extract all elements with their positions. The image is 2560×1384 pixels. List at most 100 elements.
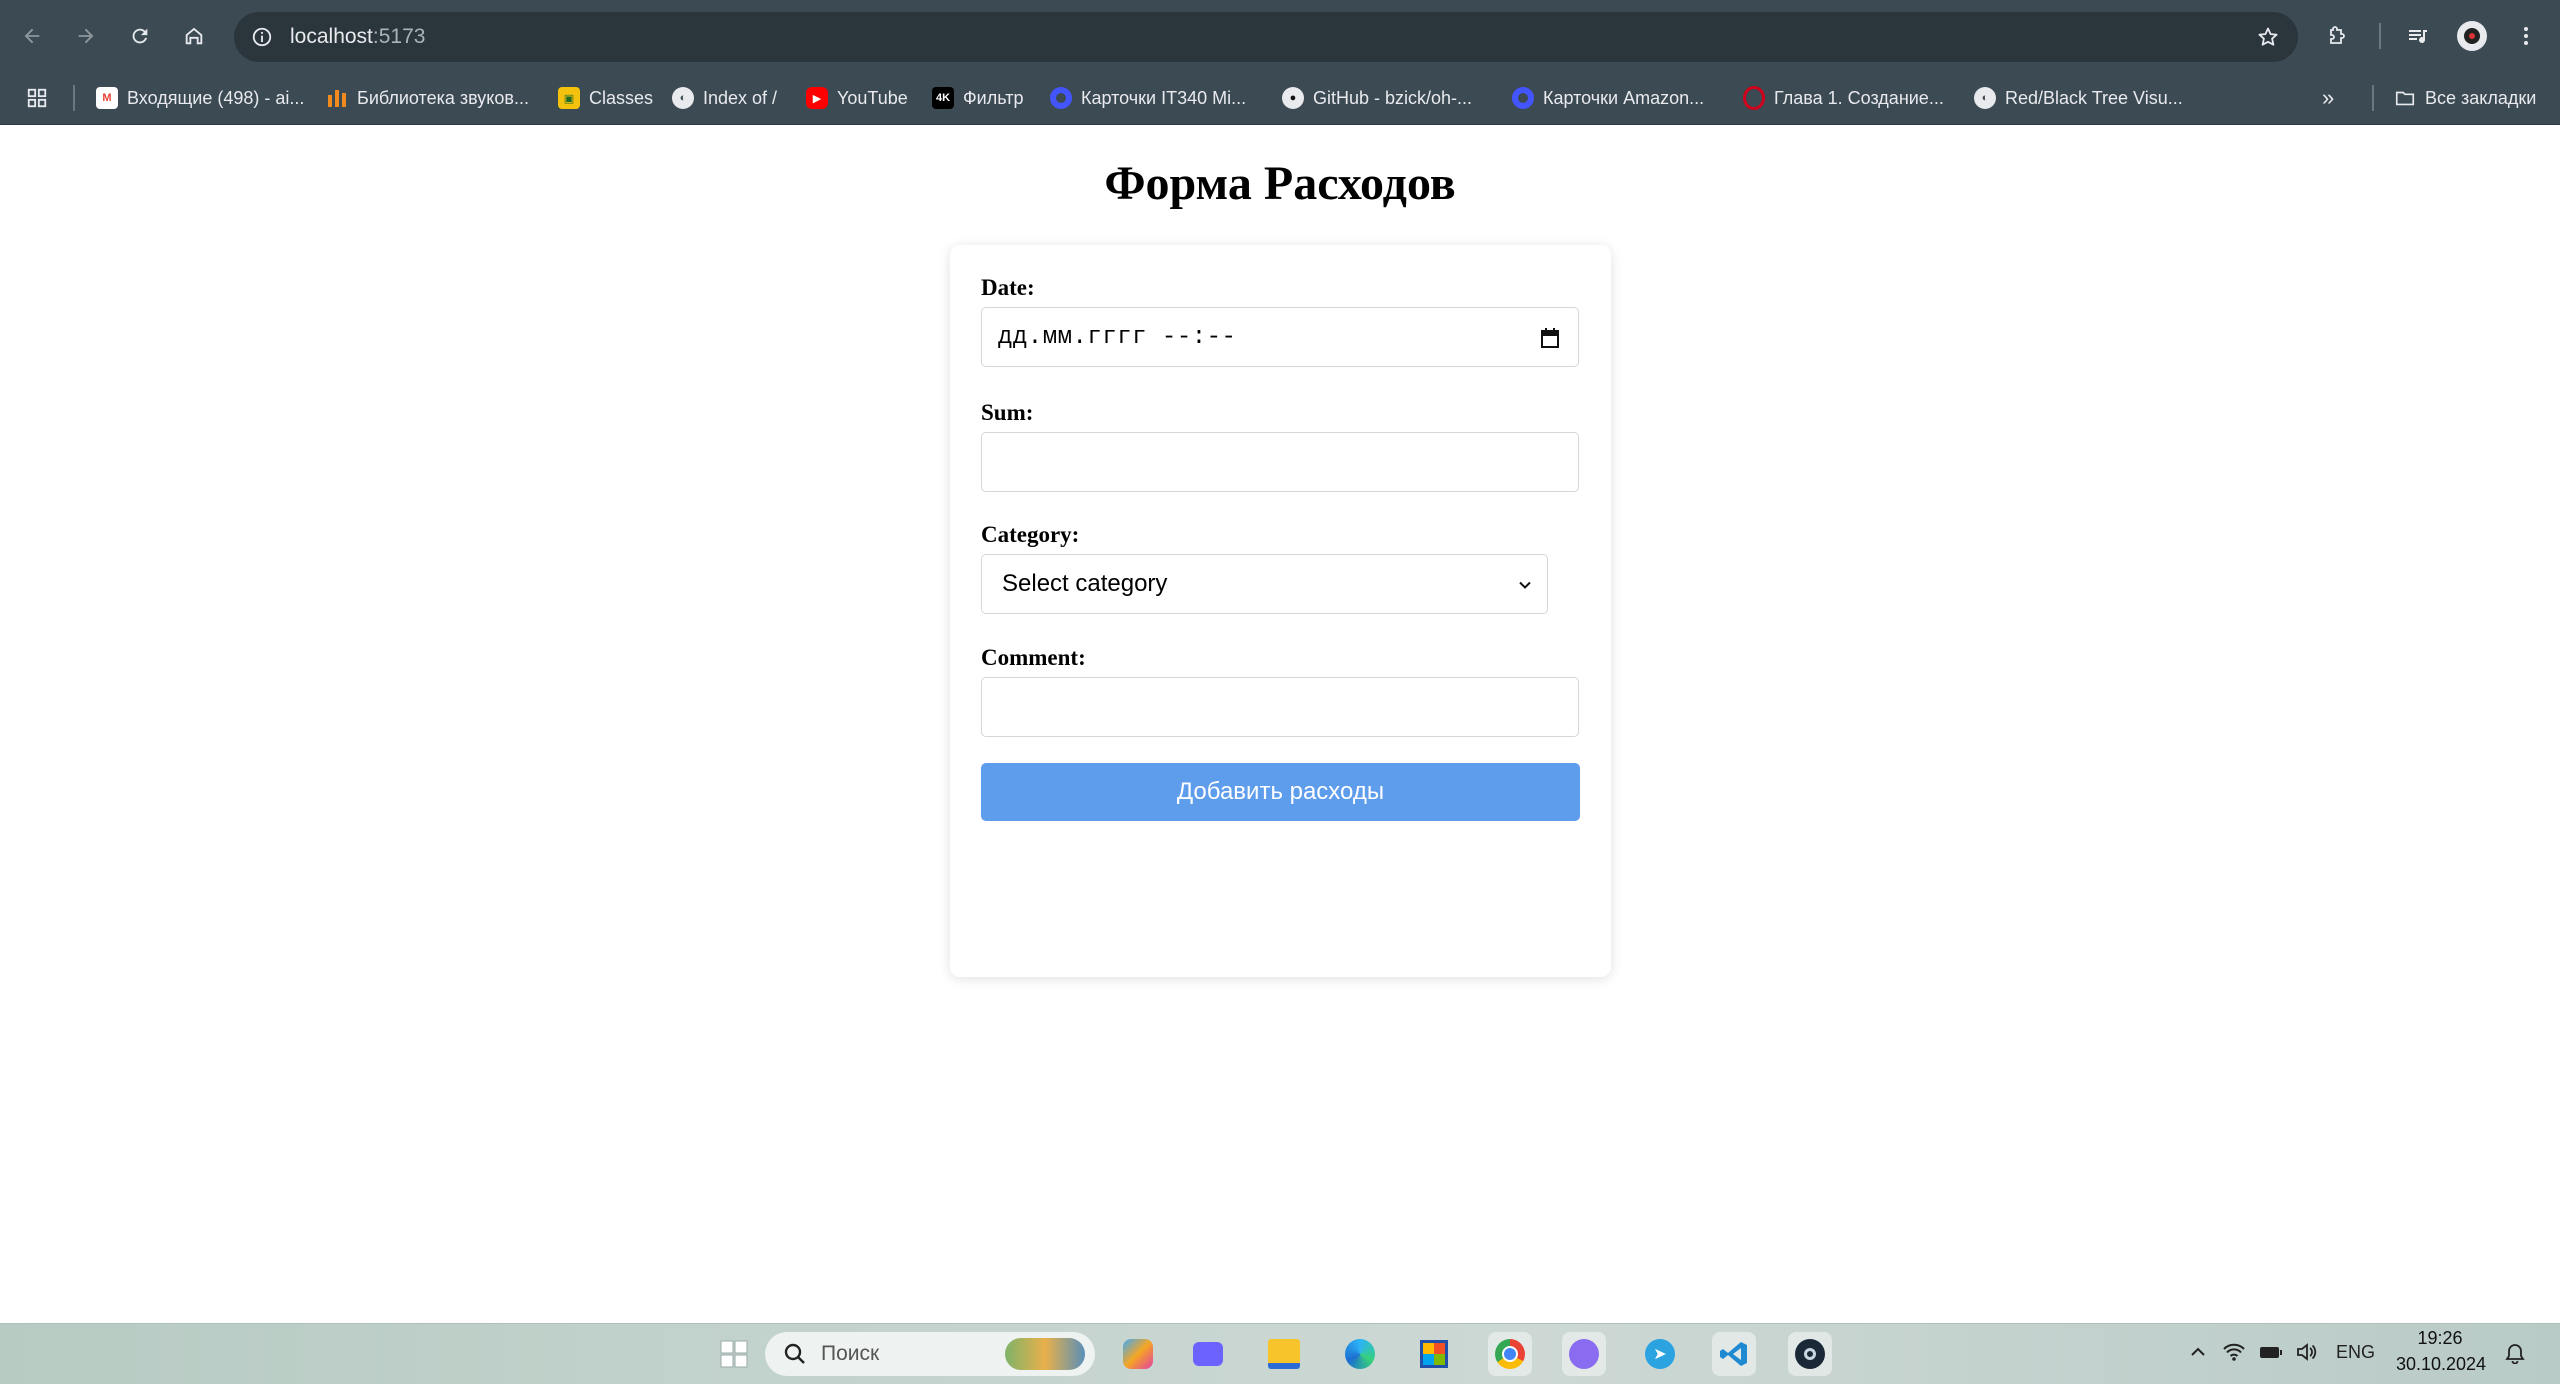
clock-date[interactable]: 30.10.2024	[2386, 1354, 2496, 1375]
arrow-left-icon	[24, 28, 40, 44]
search-placeholder: Поиск	[821, 1342, 880, 1365]
reload-icon	[132, 28, 148, 44]
date-placeholder: дд.мм.гггг --:--	[998, 323, 1237, 351]
bookmark-label: Карточки IT340 Mi...	[1081, 87, 1247, 108]
bookmark-item[interactable]: M Входящие (498) - ai...	[96, 82, 304, 114]
microsoft-store-icon[interactable]	[1412, 1332, 1456, 1376]
bookmark-label: Index of /	[703, 87, 778, 108]
folder-icon	[2395, 91, 2415, 106]
chevron-up-icon[interactable]	[2188, 1342, 2208, 1367]
language-indicator[interactable]: ENG	[2336, 1342, 2375, 1363]
meet-icon[interactable]	[1186, 1332, 1230, 1376]
discord-icon[interactable]	[1562, 1332, 1606, 1376]
page-viewport: Форма Расходов Date: дд.мм.гггг --:-- Su…	[0, 125, 2560, 1323]
category-select[interactable]: Select category	[981, 554, 1548, 614]
bookmark-item[interactable]: Карточки Amazon...	[1512, 82, 1704, 114]
bookmarks-divider	[73, 85, 75, 111]
sum-input[interactable]	[981, 432, 1579, 492]
more-bookmarks-button[interactable]: »	[2322, 82, 2334, 114]
all-bookmarks-button[interactable]: Все закладки	[2394, 82, 2536, 114]
clock-time[interactable]: 19:26	[2400, 1328, 2480, 1349]
arrow-right-icon	[78, 28, 94, 44]
quizlet-icon	[1050, 87, 1072, 109]
forward-button[interactable]	[66, 16, 106, 56]
site-info-icon[interactable]	[246, 21, 278, 53]
bookmark-item[interactable]: ● GitHub - bzick/oh-...	[1282, 82, 1472, 114]
edge-icon[interactable]	[1338, 1332, 1382, 1376]
home-icon	[185, 27, 203, 45]
steam-icon[interactable]	[1788, 1332, 1832, 1376]
taskbar: Поиск ➤ ENG 19:26 30.10.2024	[0, 1323, 2560, 1384]
bookmark-label: Глава 1. Создание...	[1774, 87, 1944, 108]
comment-label: Comment:	[981, 645, 1086, 670]
telegram-icon[interactable]: ➤	[1638, 1332, 1682, 1376]
chevron-down-icon	[1519, 581, 1531, 589]
comment-input[interactable]	[981, 677, 1579, 737]
quizlet-icon	[1512, 87, 1534, 109]
volume-icon[interactable]	[2296, 1342, 2318, 1367]
bookmarks-bar: M Входящие (498) - ai... Библиотека звук…	[0, 72, 2560, 125]
apps-button[interactable]	[26, 82, 48, 114]
sound-library-icon	[326, 87, 348, 109]
browser-toolbar: localhost:5173	[0, 0, 2560, 72]
github-icon: ●	[1282, 87, 1304, 109]
page-title: Форма Расходов	[1104, 157, 1456, 210]
category-selected-value: Select category	[1002, 570, 1168, 597]
avatar	[2457, 21, 2487, 51]
bookmark-label: Classes	[589, 87, 654, 108]
bookmark-label: Фильтр	[963, 87, 1024, 108]
date-label: Date:	[981, 275, 1035, 300]
file-explorer-icon[interactable]	[1262, 1332, 1306, 1376]
chrome-icon[interactable]	[1488, 1332, 1532, 1376]
bookmark-item[interactable]: Глава 1. Создание...	[1743, 82, 1944, 114]
puzzle-icon	[2330, 26, 2345, 44]
wifi-icon[interactable]	[2222, 1342, 2246, 1367]
notifications-bell-icon[interactable]	[2504, 1342, 2526, 1369]
chevron-double-right-icon: »	[2322, 85, 2335, 110]
calendar-icon[interactable]	[1538, 326, 1562, 350]
apps-grid-icon	[27, 88, 47, 108]
menu-button[interactable]	[2506, 16, 2546, 56]
bookmark-star-icon[interactable]	[2250, 19, 2286, 55]
address-bar[interactable]: localhost:5173	[234, 12, 2298, 62]
bookmark-label: Карточки Amazon...	[1543, 87, 1705, 108]
expense-form: Date: дд.мм.гггг --:-- Sum: Category: Se…	[950, 245, 1611, 977]
bookmark-item[interactable]: 4K Фильтр	[932, 82, 1023, 114]
reload-button[interactable]	[120, 16, 160, 56]
bookmark-label: Входящие (498) - ai...	[127, 87, 305, 108]
bookmark-item[interactable]: Библиотека звуков...	[326, 82, 529, 114]
bookmark-label: GitHub - bzick/oh-...	[1313, 87, 1473, 108]
back-button[interactable]	[12, 16, 52, 56]
taskbar-search[interactable]: Поиск	[765, 1332, 1095, 1376]
more-vertical-icon	[2524, 27, 2528, 45]
all-bookmarks-label: Все закладки	[2425, 87, 2537, 108]
youtube-icon: ▶	[806, 87, 828, 109]
globe-icon: ◐	[672, 87, 694, 109]
bookmark-item[interactable]: Карточки IT340 Mi...	[1050, 82, 1246, 114]
profile-button[interactable]	[2452, 16, 2492, 56]
vscode-icon[interactable]	[1712, 1332, 1756, 1376]
url-text: localhost:5173	[290, 25, 426, 48]
opera-icon	[1743, 86, 1765, 110]
bookmark-item[interactable]: ▶ YouTube	[806, 82, 908, 114]
add-expense-button[interactable]: Добавить расходы	[981, 763, 1580, 821]
extensions-button[interactable]	[2318, 16, 2358, 56]
toolbar-divider	[2379, 23, 2381, 49]
gmail-icon: M	[96, 87, 118, 109]
battery-icon[interactable]	[2258, 1342, 2284, 1367]
bookmark-label: Red/Black Tree Visu...	[2005, 87, 2183, 108]
search-highlight-icon	[1005, 1338, 1085, 1370]
start-button[interactable]	[712, 1332, 756, 1376]
media-control-button[interactable]	[2398, 16, 2438, 56]
category-label: Category:	[981, 522, 1080, 547]
bookmarks-divider	[2372, 85, 2374, 111]
copilot-icon[interactable]	[1116, 1332, 1160, 1376]
home-button[interactable]	[174, 16, 214, 56]
windows-logo-icon	[720, 1340, 748, 1368]
bookmark-item[interactable]: ◐ Red/Black Tree Visu...	[1974, 82, 2183, 114]
bookmark-item[interactable]: ◐ Index of /	[672, 82, 777, 114]
4k-icon: 4K	[932, 87, 954, 109]
classes-icon: ▣	[558, 87, 580, 109]
bookmark-item[interactable]: ▣ Classes	[558, 82, 653, 114]
date-input[interactable]: дд.мм.гггг --:--	[981, 307, 1579, 367]
